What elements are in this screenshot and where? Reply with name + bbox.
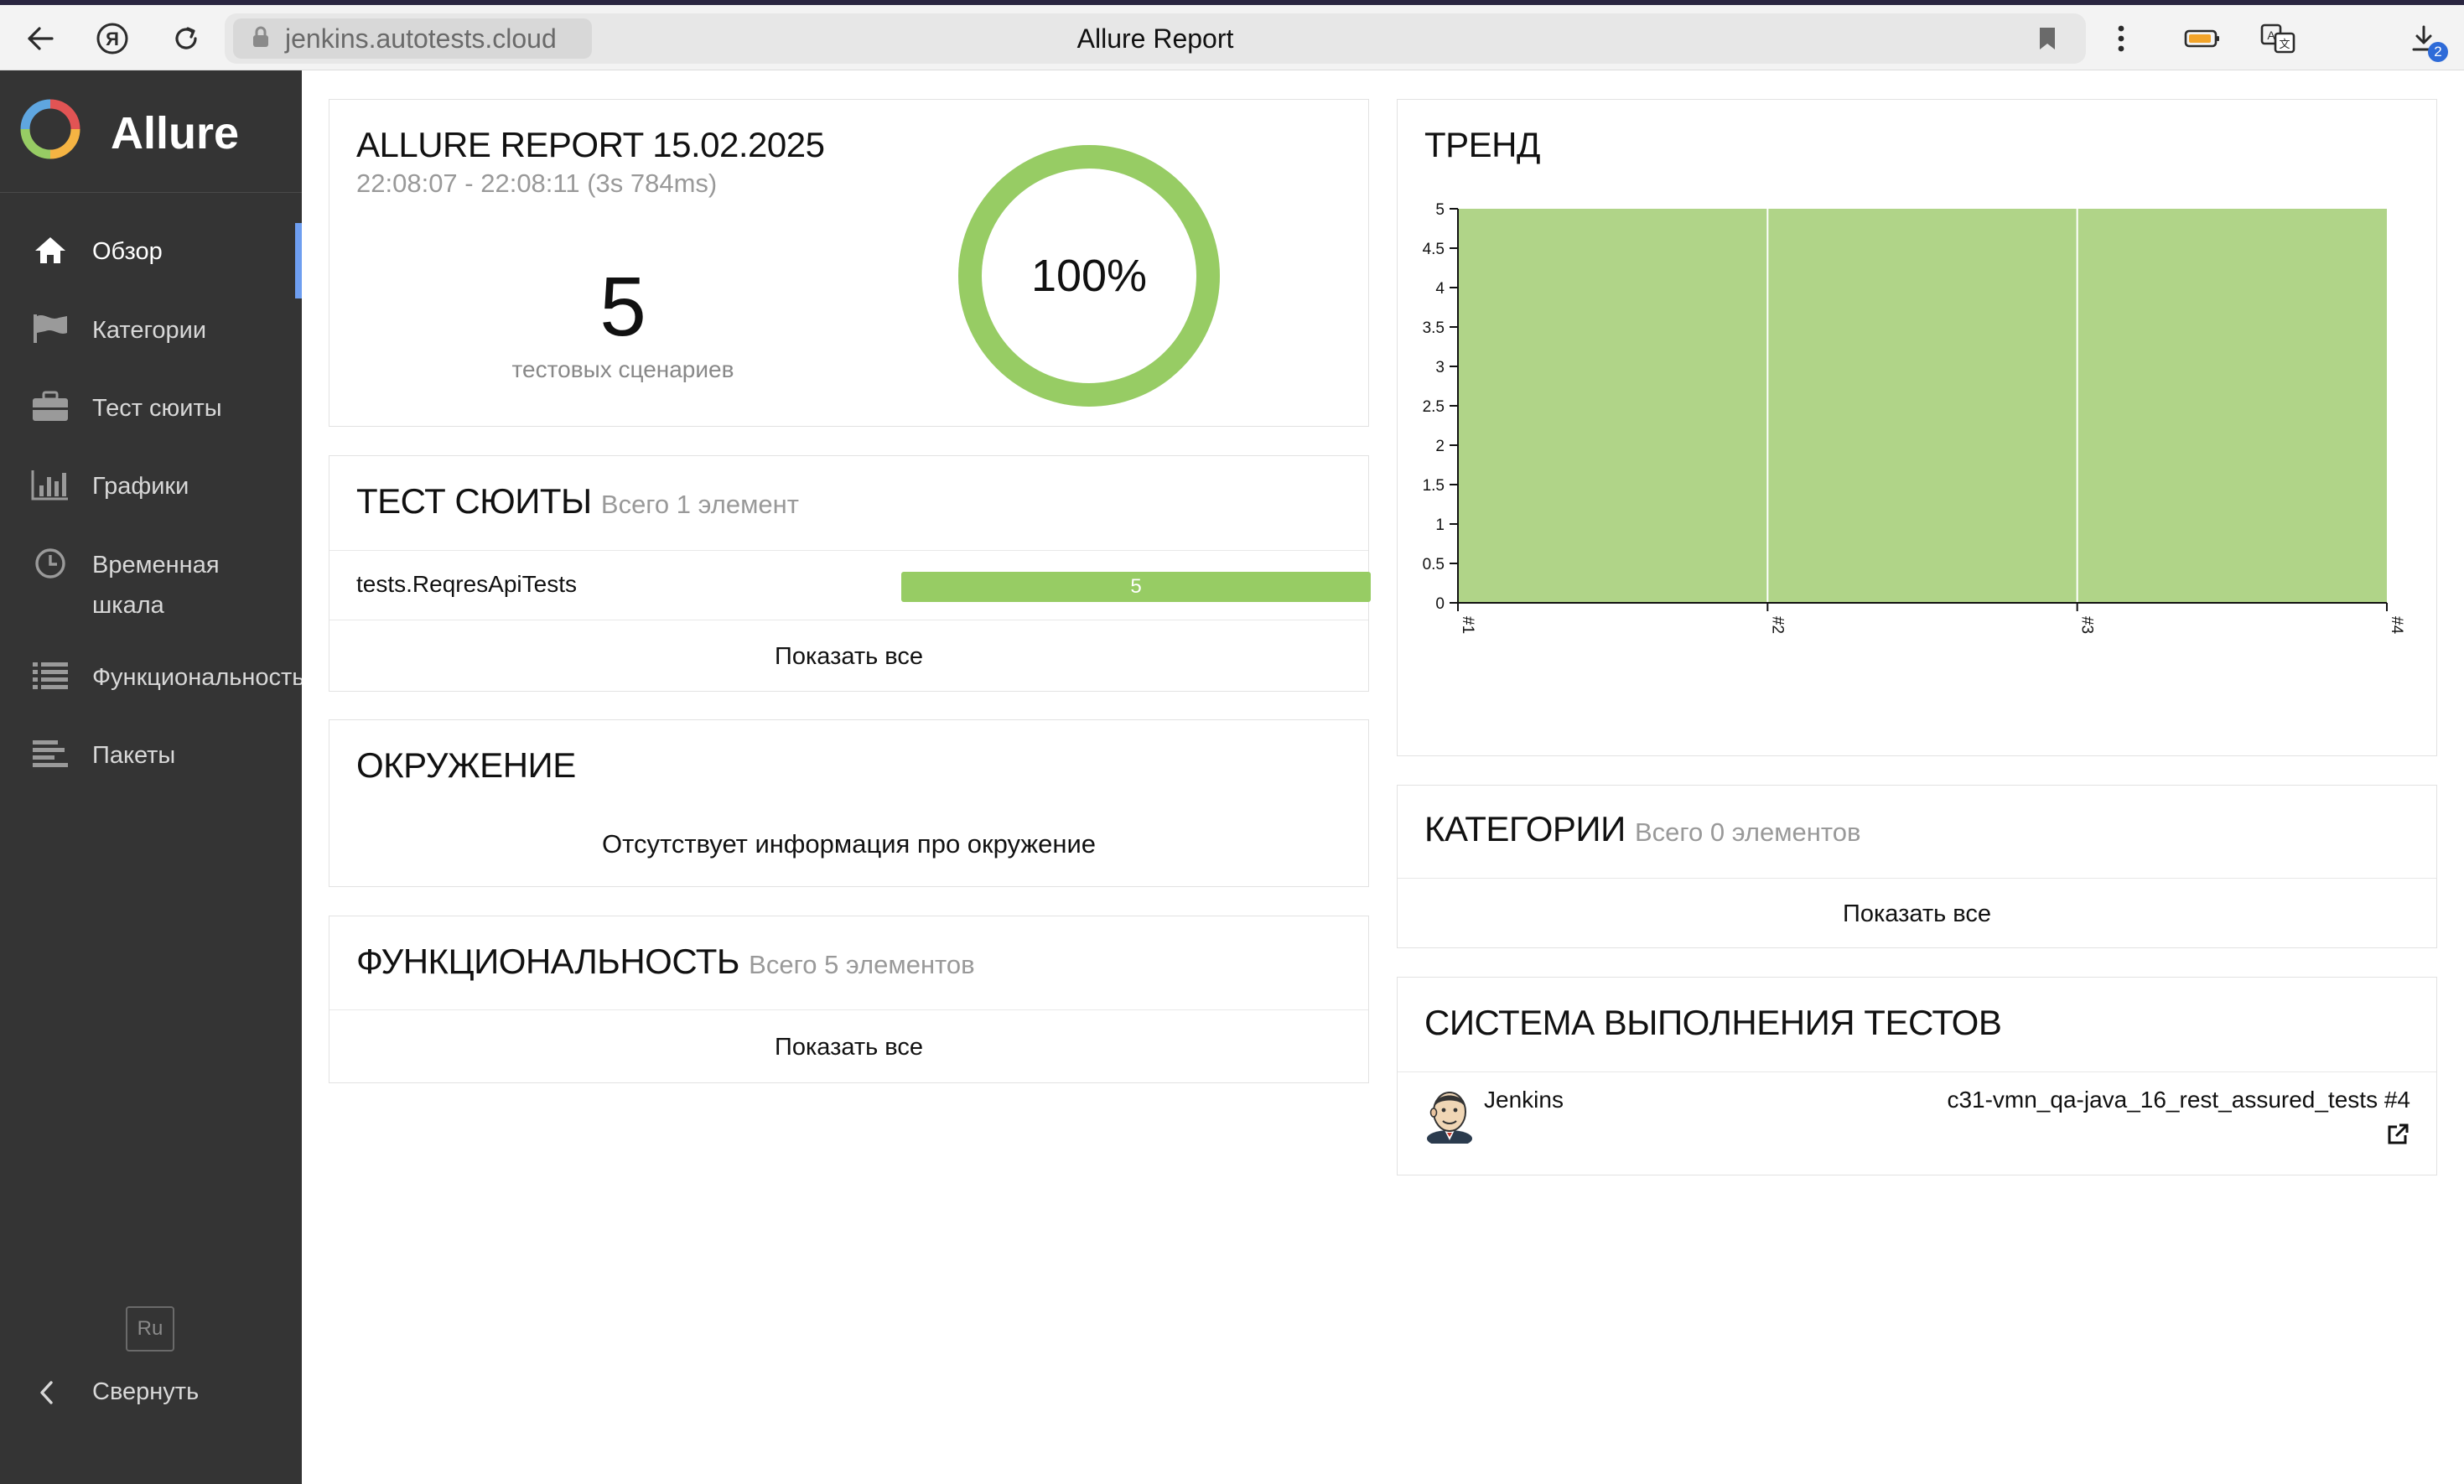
sidebar-item-label: Обзор (92, 238, 163, 265)
collapse-label: Свернуть (92, 1378, 200, 1405)
clock-icon (30, 545, 70, 582)
address-bar[interactable]: Allure Report jenkins.autotests.cloud (225, 13, 2086, 64)
browser-toolbar: Я Allure Report jenkins.autotests.cloud … (0, 0, 2464, 70)
kebab-menu-icon[interactable] (2104, 18, 2138, 59)
sidebar-item-label: Графики (92, 473, 189, 500)
categories-title-row: КАТЕГОРИИ Всего 0 элементов (1424, 809, 1860, 849)
executors-widget: СИСТЕМА ВЫПОЛНЕНИЯ ТЕСТОВ Jenkins c31-vm… (1397, 977, 2437, 1175)
suites-title: ТЕСТ СЮИТЫ (356, 481, 592, 521)
environment-empty-message: Отсутствует информация про окружение (602, 829, 1096, 859)
trend-area-segment (1458, 209, 1768, 603)
sidebar-item-label: Категории (92, 317, 207, 344)
battery-icon[interactable] (2183, 18, 2222, 59)
collapse-sidebar-button[interactable]: Свернуть (0, 1368, 302, 1419)
suites-widget: ТЕСТ СЮИТЫ Всего 1 элемент tests.ReqresA… (329, 455, 1371, 693)
url-pill[interactable]: jenkins.autotests.cloud (233, 18, 592, 59)
lock-icon (252, 25, 270, 53)
svg-text:文: 文 (2279, 39, 2290, 51)
downloads-icon[interactable]: 2 (2404, 18, 2448, 62)
features-widget: ФУНКЦИОНАЛЬНОСТЬ Всего 5 элементов Показ… (329, 916, 1369, 1083)
trend-chart: 0 0.5 1 1.5 2 2.5 3 3.5 4 4.5 5 #1 #2 #3 #4 (1423, 201, 2405, 635)
bar-chart-icon (30, 466, 70, 503)
brand-header[interactable]: Allure (0, 70, 302, 193)
svg-text:Я: Я (106, 29, 119, 49)
table-row[interactable]: tests.ReqresApiTests 5 (329, 551, 1371, 620)
language-switch-button[interactable]: Ru (126, 1306, 174, 1352)
svg-text:A: A (2267, 29, 2275, 42)
environment-widget: ОКРУЖЕНИЕ Отсутствует информация про окр… (329, 719, 1369, 887)
features-title-row: ФУНКЦИОНАЛЬНОСТЬ Всего 5 элементов (356, 942, 975, 982)
y-tick-label: 3 (1435, 359, 1445, 376)
chevron-left-icon (37, 1378, 55, 1414)
list-icon (30, 657, 70, 694)
suite-passed-fill: 5 (901, 572, 1371, 602)
y-tick-label: 5 (1435, 201, 1445, 219)
bookmark-icon[interactable] (2037, 25, 2057, 56)
categories-show-all-link[interactable]: Показать все (1398, 879, 2436, 949)
report-time-range: 22:08:07 - 22:08:11 (3s 784ms) (356, 169, 718, 198)
x-tick-label: #2 (1768, 616, 1786, 634)
jenkins-logo-icon (1424, 1087, 1475, 1148)
main-content: ALLURE REPORT 15.02.2025 22:08:07 - 22:0… (302, 70, 2464, 1484)
report-title: ALLURE REPORT 15.02.2025 (356, 125, 825, 164)
suites-count: Всего 1 элемент (600, 490, 799, 519)
divider (1398, 1071, 2436, 1072)
categories-count: Всего 0 элементов (1634, 817, 1861, 847)
active-indicator (295, 223, 302, 298)
downloads-count-badge: 2 (2428, 42, 2448, 62)
sidebar: Allure Обзор Категории Тест сюиты График… (0, 70, 305, 1484)
y-tick-label: 3.5 (1423, 319, 1445, 337)
categories-widget: КАТЕГОРИИ Всего 0 элементов Показать все (1397, 785, 2437, 948)
y-tick-label: 2 (1435, 438, 1445, 455)
window-accent-strip (0, 0, 2464, 5)
sidebar-item-label: Временная (92, 552, 220, 579)
trend-widget: ТРЕНД 0 0.5 1 1.5 2 2.5 3 3.5 4 4.5 5 #1 #2 #3 #4 (1397, 99, 2437, 756)
trend-area-segment (2077, 209, 2387, 603)
environment-title: ОКРУЖЕНИЕ (356, 745, 576, 785)
sidebar-item-label-line2: шкала (92, 592, 164, 619)
features-count: Всего 5 элементов (749, 950, 975, 979)
suites-show-all-link[interactable]: Показать все (329, 620, 1368, 693)
features-title: ФУНКЦИОНАЛЬНОСТЬ (356, 942, 740, 981)
categories-title: КАТЕГОРИИ (1424, 809, 1626, 848)
summary-widget: ALLURE REPORT 15.02.2025 22:08:07 - 22:0… (329, 99, 1369, 427)
features-show-all-link[interactable]: Показать все (329, 1010, 1368, 1084)
x-tick-label: #1 (1459, 616, 1476, 634)
trend-area-segment (1767, 209, 2078, 603)
allure-logo-icon (20, 99, 80, 163)
back-icon[interactable] (20, 18, 60, 59)
sidebar-item-label: Функциональность (92, 664, 305, 691)
brand-name: Allure (111, 108, 240, 158)
y-tick-label: 4.5 (1423, 241, 1445, 258)
x-tick-label: #4 (2388, 616, 2405, 635)
suite-status-bar: 5 (901, 572, 1371, 602)
test-count: 5 (599, 260, 646, 354)
suites-title-row: ТЕСТ СЮИТЫ Всего 1 элемент (356, 481, 799, 521)
suite-name: tests.ReqresApiTests (356, 571, 577, 597)
packages-icon (30, 735, 70, 772)
sidebar-item-label: Пакеты (92, 742, 176, 769)
flag-icon (30, 310, 70, 347)
y-tick-label: 2.5 (1423, 398, 1445, 416)
suite-passed-count: 5 (1130, 575, 1142, 598)
reload-icon[interactable] (166, 18, 206, 59)
external-link-icon[interactable] (2385, 1122, 2410, 1151)
briefcase-icon (30, 388, 70, 425)
url-text: jenkins.autotests.cloud (285, 23, 557, 54)
y-tick-label: 0 (1435, 595, 1445, 613)
executor-name: Jenkins (1484, 1087, 1564, 1113)
y-tick-label: 1 (1435, 516, 1445, 534)
sidebar-item-label: Тест сюиты (92, 395, 222, 422)
yandex-icon[interactable]: Я (92, 18, 132, 59)
pass-rate-text: 100% (1030, 251, 1148, 301)
translate-icon[interactable]: A文 (2259, 18, 2297, 59)
executors-title: СИСТЕМА ВЫПОЛНЕНИЯ ТЕСТОВ (1424, 1003, 2002, 1042)
y-tick-label: 0.5 (1423, 556, 1445, 573)
y-tick-label: 4 (1435, 280, 1445, 298)
y-tick-label: 1.5 (1423, 477, 1445, 495)
home-icon (30, 231, 70, 268)
x-tick-label: #3 (2078, 616, 2096, 634)
executor-build-link[interactable]: c31-vmn_qa-java_16_rest_assured_tests #4 (1947, 1087, 2410, 1113)
test-count-label: тестовых сценариев (511, 356, 734, 382)
